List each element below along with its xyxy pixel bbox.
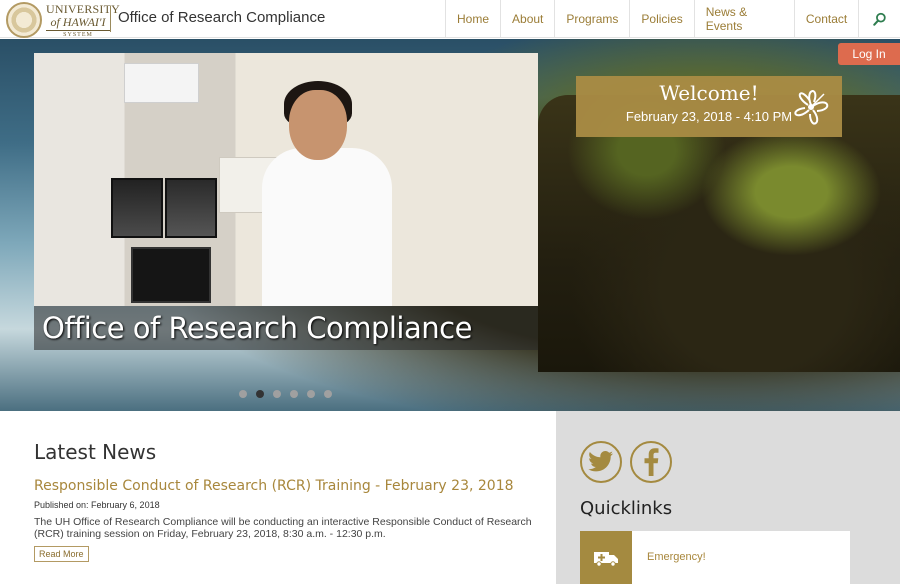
facebook-link[interactable] [630,441,672,483]
news-item-summary: The UH Office of Research Compliance wil… [34,516,532,540]
photo-xray-right [165,178,217,238]
slider-dot-2[interactable] [256,390,264,398]
nav-contact[interactable]: Contact [793,0,858,38]
logo-line-3: SYSTEM [46,30,110,38]
slider-dot-3[interactable] [273,390,281,398]
nav-home[interactable]: Home [445,0,500,38]
latest-news-section: Latest News Responsible Conduct of Resea… [34,440,544,562]
nav-about[interactable]: About [500,0,554,38]
twitter-link[interactable] [580,441,622,483]
read-more-button[interactable]: Read More [34,546,89,562]
hibiscus-icon [794,90,829,125]
search-button[interactable] [858,0,900,38]
quicklinks-heading: Quicklinks [580,498,673,519]
photo-lab-coat [262,148,392,306]
slider-dot-5[interactable] [307,390,315,398]
logo-divider [110,6,111,32]
slider-dot-4[interactable] [290,390,298,398]
site-header: UNIVERSITY of HAWAI'I SYSTEM Office of R… [0,0,900,38]
news-item-published: Published on: February 6, 2018 [34,500,160,510]
photo-cabinet [124,63,199,103]
uh-seal-logo[interactable] [6,2,42,38]
slider-dot-1[interactable] [239,390,247,398]
quicklink-icon-box [580,531,632,584]
uh-wordmark[interactable]: UNIVERSITY of HAWAI'I SYSTEM [46,2,120,38]
login-button[interactable]: Log In [838,43,900,65]
site-title[interactable]: Office of Research Compliance [118,9,325,26]
twitter-icon [588,451,613,472]
sidebar: Quicklinks Emergency! [556,411,900,584]
search-icon [872,12,886,26]
hero-caption-bar: Office of Research Compliance [34,306,538,350]
logo-line-1: UNIVERSITY [46,2,120,16]
logo-line-2: of HAWAI'I [50,15,106,29]
quicklink-emergency[interactable]: Emergency! [580,531,850,584]
nav-policies[interactable]: Policies [629,0,693,38]
ambulance-icon [594,551,618,567]
latest-news-heading: Latest News [34,440,157,464]
facebook-icon [644,448,659,476]
nav-news-events[interactable]: News & Events [693,0,794,38]
photo-xray-left [111,178,163,238]
welcome-box: Welcome! February 23, 2018 - 4:10 PM [576,76,842,137]
slider-dots [239,390,332,398]
photo-monitor [131,247,211,303]
slider-dot-6[interactable] [324,390,332,398]
nav-programs[interactable]: Programs [554,0,629,38]
news-item-title[interactable]: Responsible Conduct of Research (RCR) Tr… [34,478,544,494]
photo-face [289,90,347,160]
quicklink-label: Emergency! [647,551,706,563]
main-nav: Home About Programs Policies News & Even… [445,0,900,38]
hero-slide-photo[interactable] [34,53,538,306]
hero-caption: Office of Research Compliance [42,311,472,345]
